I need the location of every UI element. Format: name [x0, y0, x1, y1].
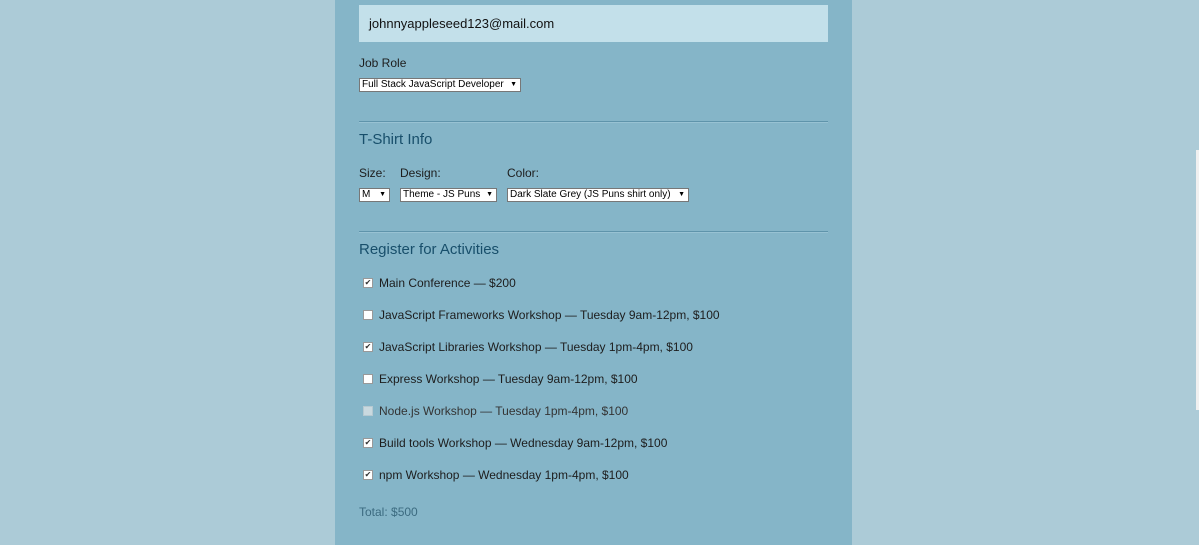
chevron-down-icon: ▼ [510, 81, 517, 88]
chevron-down-icon: ▼ [379, 191, 386, 198]
activities-section-title: Register for Activities [359, 241, 500, 258]
email-field[interactable]: johnnyappleseed123@mail.com [359, 5, 828, 42]
activity-label: JavaScript Frameworks Workshop — Tuesday… [379, 308, 720, 322]
size-select[interactable]: M ▼ [359, 188, 390, 202]
activity-label: JavaScript Libraries Workshop — Tuesday … [379, 340, 693, 354]
activity-label: Main Conference — $200 [379, 276, 516, 290]
activity-label: Node.js Workshop — Tuesday 1pm-4pm, $100 [379, 404, 629, 418]
registration-form: johnnyappleseed123@mail.com Job Role Ful… [335, 0, 852, 545]
activities-total: Total: $500 [359, 505, 418, 519]
tshirt-section-title: T-Shirt Info [359, 131, 433, 148]
size-label: Size: [359, 166, 386, 180]
activity-item-npm[interactable]: ✔ npm Workshop — Wednesday 1pm-4pm, $100 [363, 468, 629, 482]
color-label: Color: [507, 166, 540, 180]
size-selected-value: M [362, 189, 371, 200]
job-role-select[interactable]: Full Stack JavaScript Developer ▼ [359, 78, 521, 92]
activity-checkbox-6[interactable]: ✔ [363, 470, 373, 480]
activity-item-js-libraries[interactable]: ✔ JavaScript Libraries Workshop — Tuesda… [363, 340, 693, 354]
activity-label: npm Workshop — Wednesday 1pm-4pm, $100 [379, 468, 629, 482]
design-selected-value: Theme - JS Puns [403, 189, 481, 200]
design-select[interactable]: Theme - JS Puns ▼ [400, 188, 497, 202]
activity-label: Build tools Workshop — Wednesday 9am-12p… [379, 436, 668, 450]
section-divider [359, 231, 828, 232]
activity-checkbox-2[interactable]: ✔ [363, 342, 373, 352]
scrollbar[interactable] [1194, 0, 1199, 545]
design-label: Design: [400, 166, 441, 180]
color-selected-value: Dark Slate Grey (JS Puns shirt only) [510, 189, 671, 200]
activity-item-nodejs: Node.js Workshop — Tuesday 1pm-4pm, $100 [363, 404, 628, 418]
chevron-down-icon: ▼ [486, 191, 493, 198]
activity-item-js-frameworks[interactable]: JavaScript Frameworks Workshop — Tuesday… [363, 308, 720, 322]
activity-checkbox-3[interactable] [363, 374, 373, 384]
activity-checkbox-4 [363, 406, 373, 416]
activity-checkbox-0[interactable]: ✔ [363, 278, 373, 288]
activity-checkbox-5[interactable]: ✔ [363, 438, 373, 448]
activity-item-express[interactable]: Express Workshop — Tuesday 9am-12pm, $10… [363, 372, 638, 386]
section-divider [359, 121, 828, 122]
activity-checkbox-1[interactable] [363, 310, 373, 320]
chevron-down-icon: ▼ [678, 191, 685, 198]
color-select[interactable]: Dark Slate Grey (JS Puns shirt only) ▼ [507, 188, 689, 202]
activity-label: Express Workshop — Tuesday 9am-12pm, $10… [379, 372, 638, 386]
job-role-selected-value: Full Stack JavaScript Developer [362, 79, 504, 90]
activity-item-main-conference[interactable]: ✔ Main Conference — $200 [363, 276, 516, 290]
page: johnnyappleseed123@mail.com Job Role Ful… [0, 0, 1199, 545]
job-role-label: Job Role [359, 56, 407, 70]
activity-item-build-tools[interactable]: ✔ Build tools Workshop — Wednesday 9am-1… [363, 436, 667, 450]
